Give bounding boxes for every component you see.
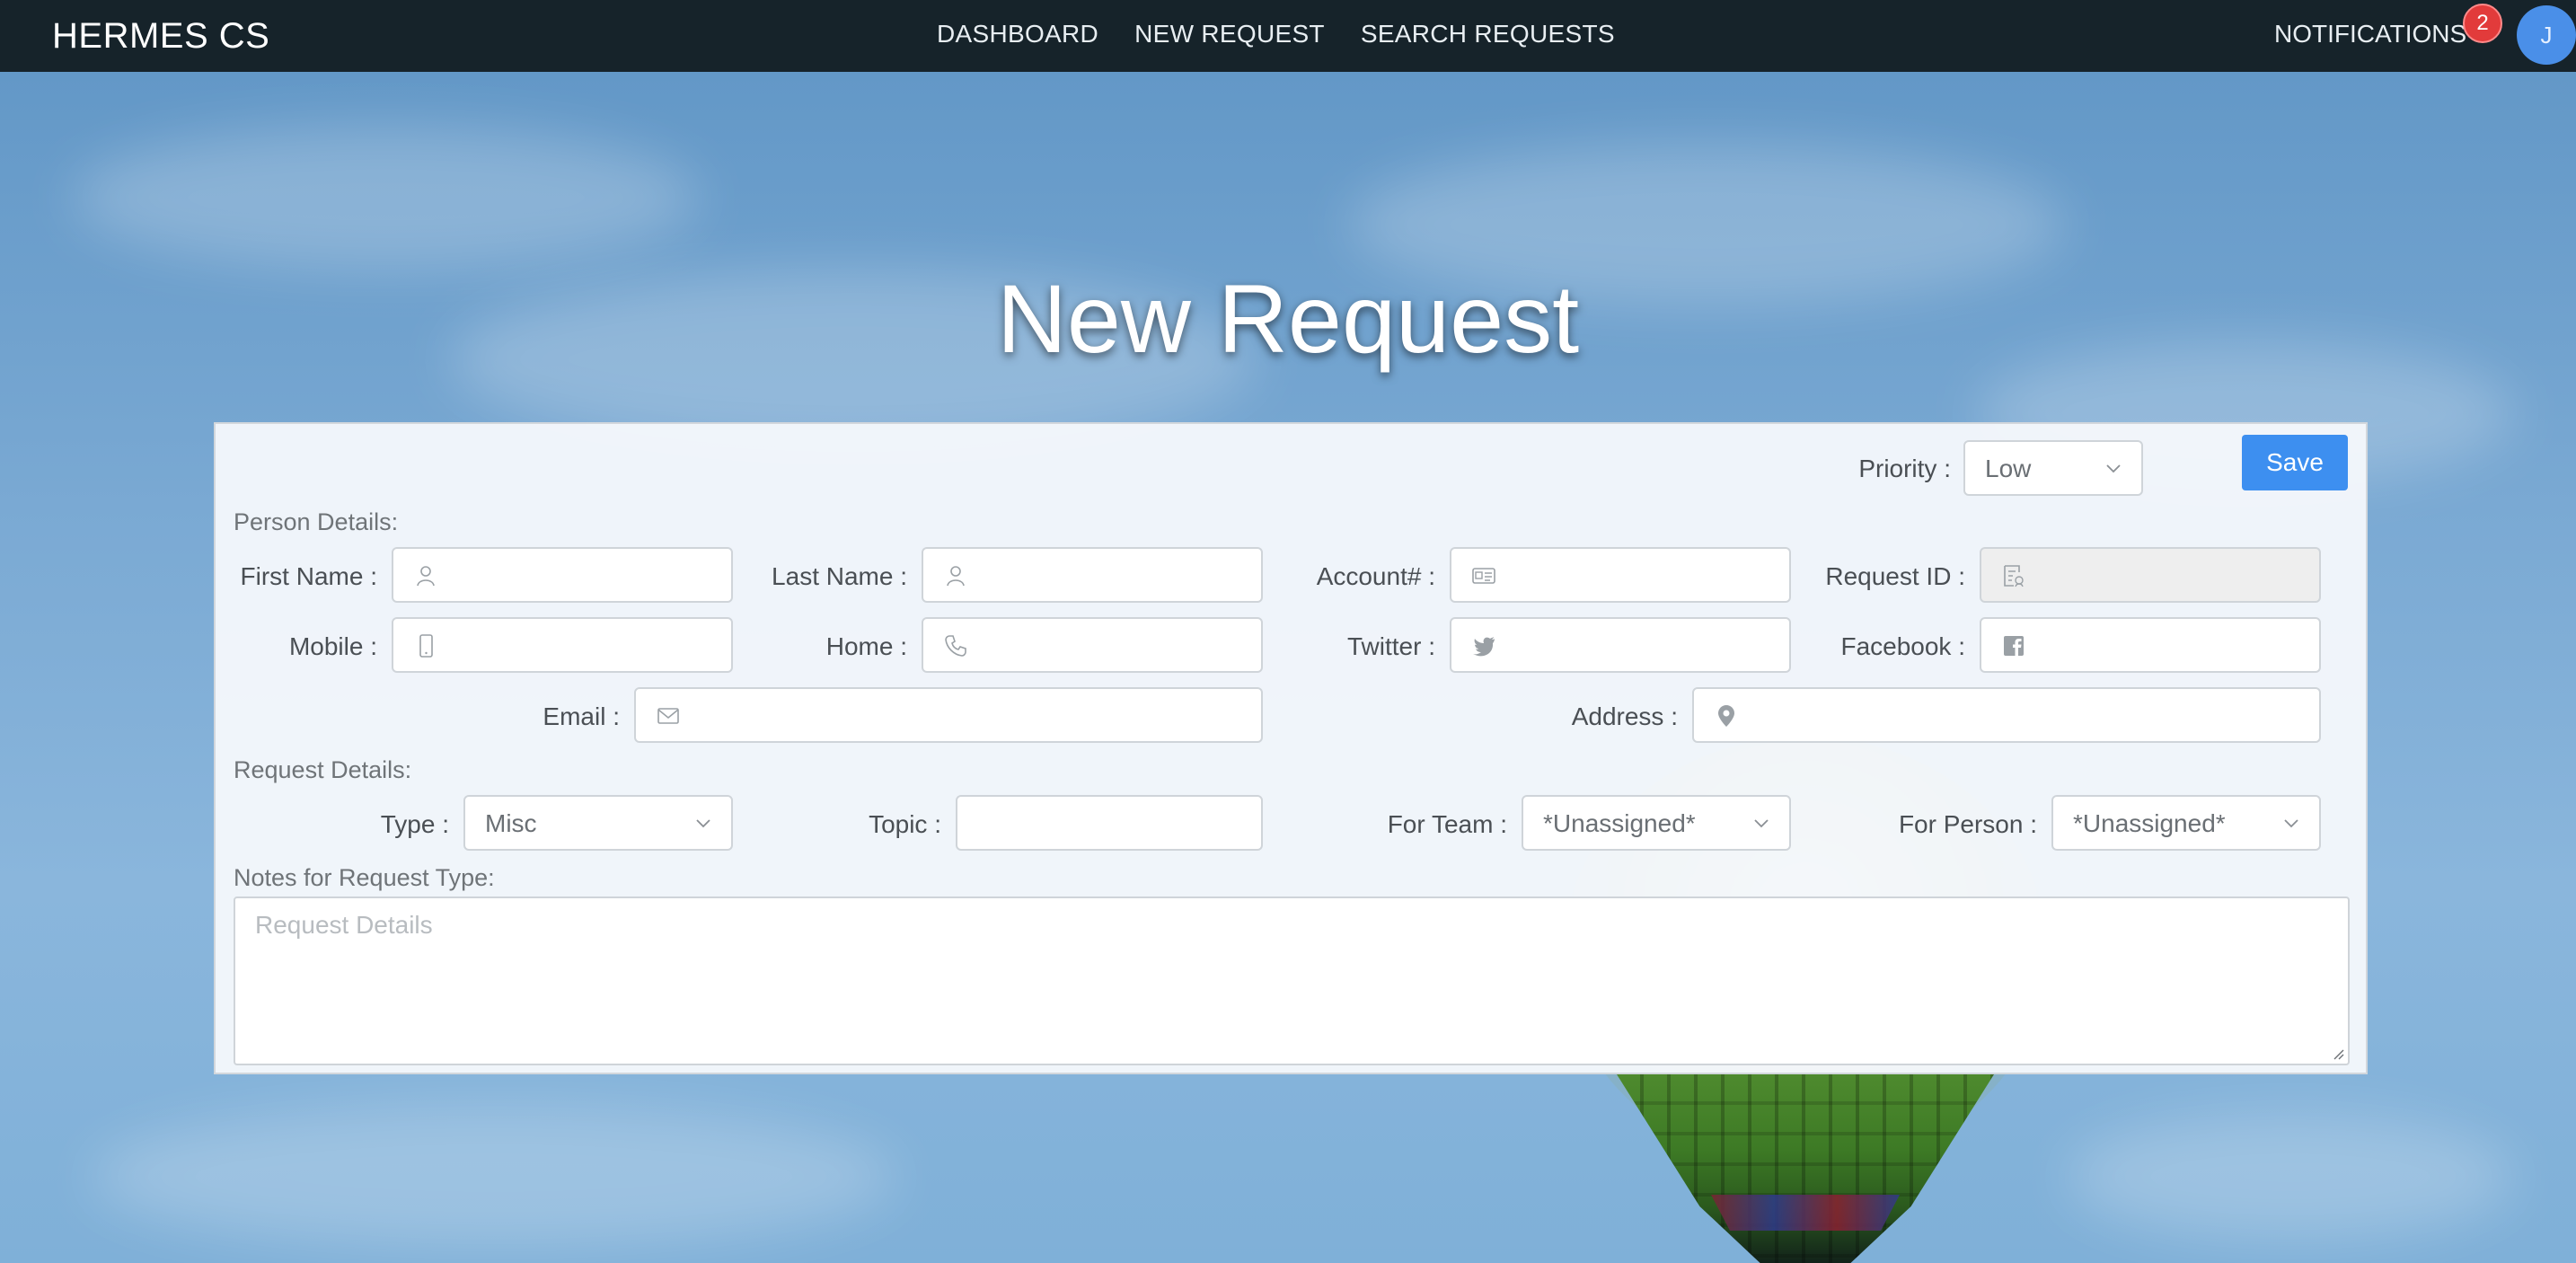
facebook-field[interactable] [1980, 617, 2321, 673]
account-number-field[interactable] [1450, 547, 1791, 603]
for-team-select[interactable]: *Unassigned* [1522, 795, 1791, 851]
address-label: Address : [1571, 702, 1678, 730]
request-id-label: Request ID : [1825, 562, 1965, 590]
twitter-label: Twitter : [1346, 632, 1435, 660]
chevron-down-icon [1754, 819, 1769, 828]
last-name-field[interactable] [922, 547, 1263, 603]
id-card-icon [1472, 568, 1495, 584]
mobile-field[interactable] [392, 617, 733, 673]
save-button[interactable]: Save [2242, 435, 2348, 490]
priority-select[interactable]: Low [1963, 440, 2143, 496]
home-label: Home : [825, 632, 907, 660]
notifications-link[interactable]: NOTIFICATIONS [2274, 20, 2466, 49]
nav-link-search-requests[interactable]: SEARCH REQUESTS [1361, 20, 1615, 49]
email-field[interactable] [634, 687, 1263, 743]
for-person-select-value: *Unassigned* [2073, 809, 2226, 837]
facebook-label: Facebook : [1840, 632, 1965, 660]
user-avatar[interactable]: J [2517, 5, 2576, 65]
for-team-select-value: *Unassigned* [1543, 809, 1696, 837]
background-cloud [90, 1105, 898, 1249]
brand-logo[interactable]: HERMES CS [52, 16, 269, 57]
user-icon [947, 566, 965, 587]
resize-grip-icon[interactable] [2330, 1046, 2344, 1060]
request-details-section-label: Request Details: [234, 756, 412, 783]
request-details-textarea[interactable]: Request Details [234, 896, 2350, 1065]
chevron-down-icon [2284, 819, 2298, 828]
twitter-icon [1473, 637, 1495, 657]
type-label: Type : [380, 810, 449, 838]
user-icon [417, 566, 435, 587]
notes-section-label: Notes for Request Type: [234, 864, 495, 891]
request-details-placeholder: Request Details [255, 911, 433, 939]
topic-label: Topic : [869, 810, 941, 838]
request-id-field [1980, 547, 2321, 603]
hot-air-balloon-envelope [1617, 1074, 1994, 1263]
for-person-select[interactable]: *Unassigned* [2051, 795, 2321, 851]
nav-link-new-request[interactable]: NEW REQUEST [1134, 20, 1325, 49]
document-id-icon [2004, 565, 2024, 587]
twitter-field[interactable] [1450, 617, 1791, 673]
priority-select-value: Low [1985, 455, 2032, 482]
notifications-count-badge[interactable]: 2 [2463, 4, 2502, 43]
chevron-down-icon [2106, 464, 2121, 473]
nav-link-dashboard[interactable]: DASHBOARD [937, 20, 1098, 49]
hot-air-balloon-band [1711, 1195, 1900, 1231]
topic-field[interactable] [956, 795, 1263, 851]
person-details-section-label: Person Details: [234, 508, 399, 535]
for-person-label: For Person : [1898, 810, 2037, 838]
page-title: New Request [996, 264, 1580, 373]
email-label: Email : [543, 702, 620, 730]
location-pin-icon [1718, 705, 1734, 727]
nav-links: DASHBOARD NEW REQUEST SEARCH REQUESTS [937, 20, 1615, 49]
type-select[interactable]: Misc [463, 795, 733, 851]
priority-label: Priority : [1858, 455, 1951, 482]
facebook-icon [2004, 636, 2024, 656]
mobile-label: Mobile : [288, 632, 377, 660]
phone-icon [945, 635, 966, 657]
address-field[interactable] [1692, 687, 2321, 743]
envelope-icon [657, 708, 679, 724]
type-select-value: Misc [485, 809, 537, 837]
chevron-down-icon [696, 819, 710, 828]
top-navbar: HERMES CS DASHBOARD NEW REQUEST SEARCH R… [0, 0, 2576, 72]
first-name-field[interactable] [392, 547, 733, 603]
first-name-label: First Name : [240, 562, 377, 590]
last-name-label: Last Name : [772, 562, 907, 590]
background-cloud [72, 126, 701, 269]
for-team-label: For Team : [1387, 810, 1507, 838]
background-cloud [2066, 1114, 2515, 1240]
account-number-label: Account# : [1316, 562, 1435, 590]
home-phone-field[interactable] [922, 617, 1263, 673]
mobile-phone-icon [419, 634, 433, 658]
